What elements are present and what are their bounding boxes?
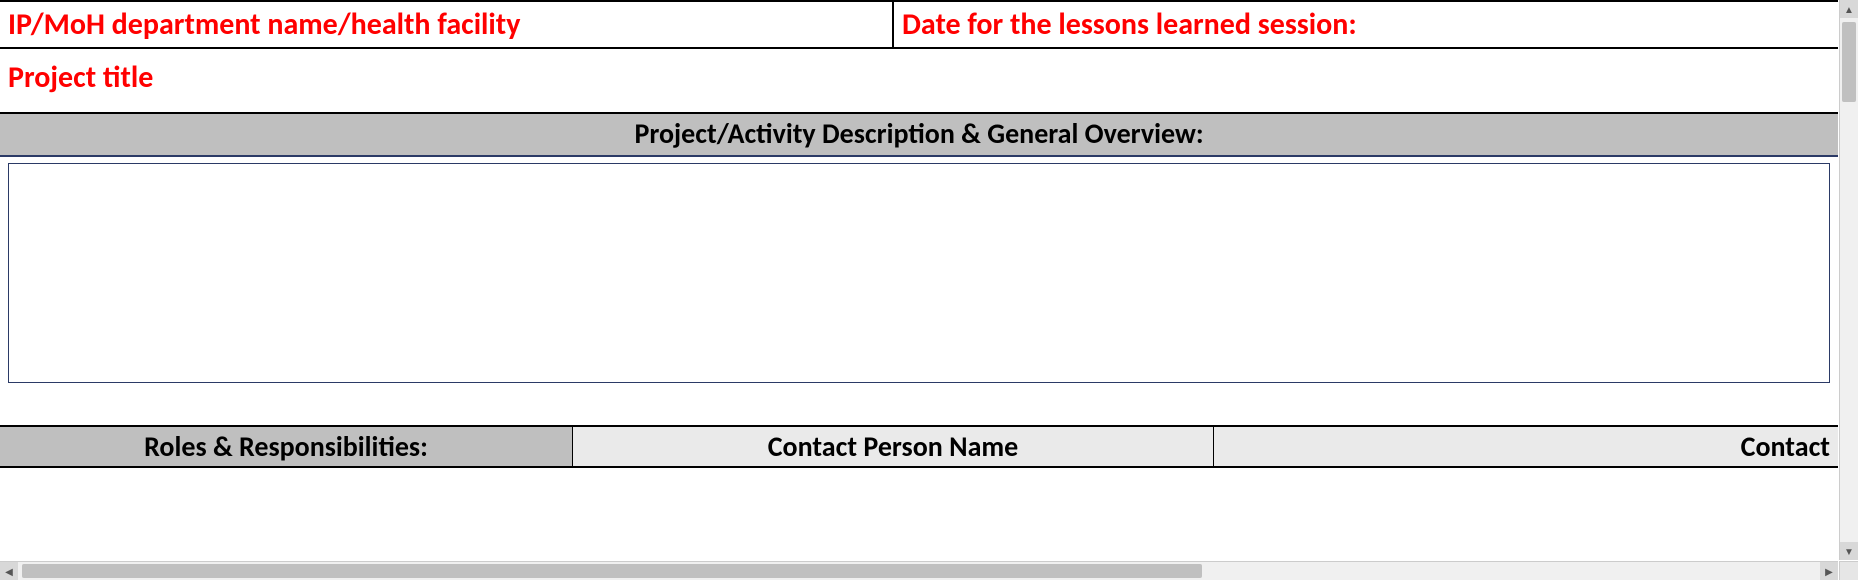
contact-info-header-cell[interactable]: Contact <box>1214 427 1838 466</box>
scrollbar-corner <box>1839 561 1858 580</box>
scroll-right-button[interactable]: ▶ <box>1820 562 1838 580</box>
scroll-down-button[interactable]: ▼ <box>1840 542 1858 560</box>
date-cell[interactable]: Date for the lessons learned session: <box>894 2 1838 47</box>
scroll-up-button[interactable]: ▲ <box>1840 0 1858 18</box>
project-title-label: Project title <box>8 59 153 96</box>
horizontal-scroll-thumb[interactable] <box>22 564 1202 578</box>
description-input-area[interactable] <box>8 163 1830 383</box>
vertical-scrollbar[interactable]: ▲ ▼ <box>1839 0 1858 560</box>
section-header-cell[interactable]: Project/Activity Description & General O… <box>0 112 1838 157</box>
roles-header-cell[interactable]: Roles & Responsibilities: <box>0 427 573 466</box>
project-title-cell[interactable]: Project title <box>0 49 1838 112</box>
department-label: IP/MoH department name/health facility <box>8 6 520 43</box>
spreadsheet-viewport: IP/MoH department name/health facility D… <box>0 0 1858 580</box>
scroll-left-button[interactable]: ◀ <box>0 562 18 580</box>
spacer <box>0 383 1838 425</box>
department-cell[interactable]: IP/MoH department name/health facility <box>0 2 894 47</box>
roles-header-text: Roles & Responsibilities: <box>144 429 428 464</box>
vertical-scroll-thumb[interactable] <box>1842 22 1856 102</box>
section-header-text: Project/Activity Description & General O… <box>634 116 1203 151</box>
worksheet-area: IP/MoH department name/health facility D… <box>0 0 1838 560</box>
columns-header-row: Roles & Responsibilities: Contact Person… <box>0 425 1838 468</box>
horizontal-scrollbar[interactable]: ◀ ▶ <box>0 561 1838 580</box>
header-row: IP/MoH department name/health facility D… <box>0 0 1838 49</box>
date-label: Date for the lessons learned session: <box>902 6 1357 43</box>
contact-info-header-text: Contact <box>1741 429 1830 464</box>
contact-name-header-cell[interactable]: Contact Person Name <box>573 427 1214 466</box>
contact-name-header-text: Contact Person Name <box>768 429 1019 464</box>
